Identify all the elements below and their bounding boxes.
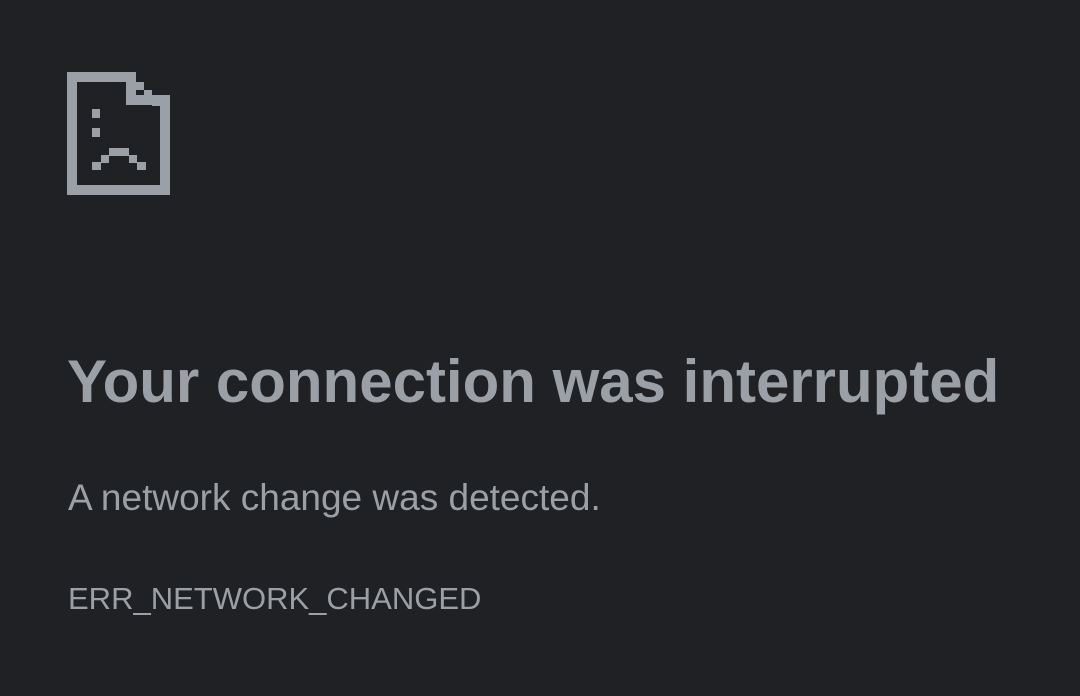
error-code: ERR_NETWORK_CHANGED <box>68 581 482 616</box>
error-message: A network change was detected. <box>68 477 601 518</box>
error-page: Your connection was interrupted A networ… <box>0 0 1080 696</box>
error-title: Your connection was interrupted <box>67 348 1000 415</box>
sad-document-icon <box>67 72 170 195</box>
sad-document-shape <box>67 72 170 195</box>
